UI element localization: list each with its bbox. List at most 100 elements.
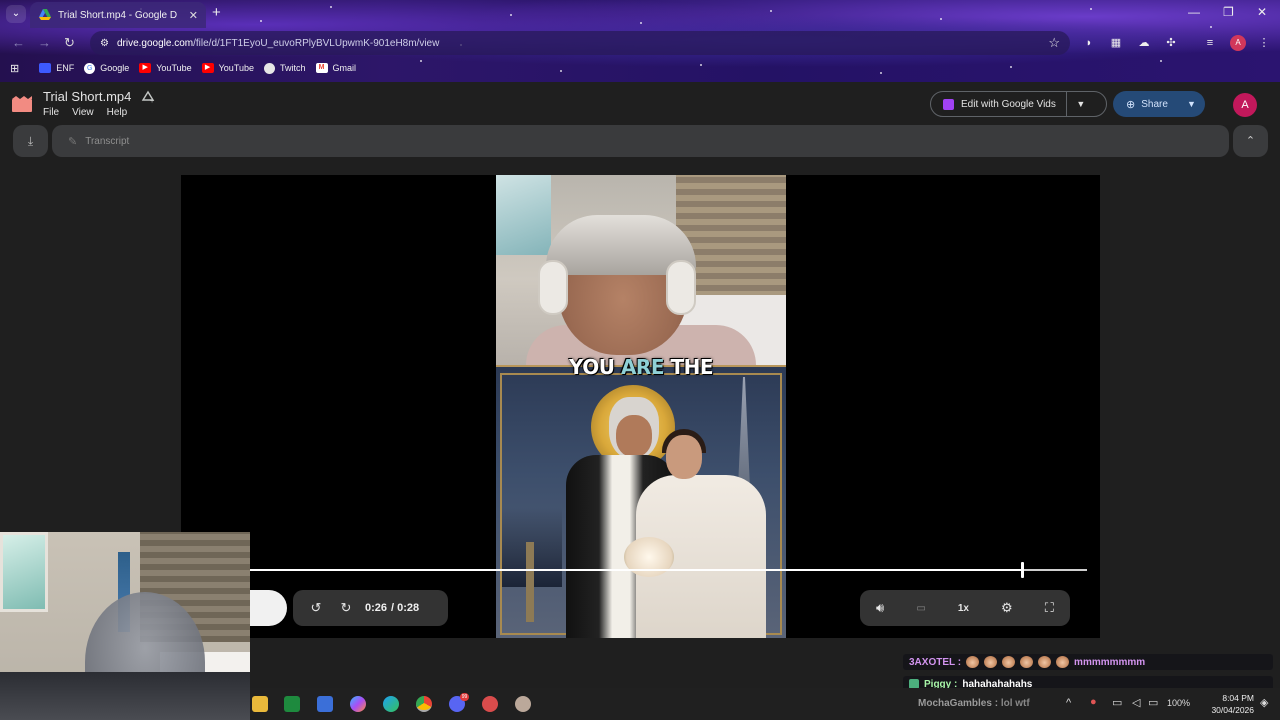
- battery-percent: 100%: [1167, 698, 1191, 708]
- app-red-icon[interactable]: [482, 696, 498, 712]
- notification-bell-icon[interactable]: ◈: [1260, 696, 1268, 709]
- download-icon[interactable]: ⤓: [13, 125, 48, 157]
- youtube-icon: ▶: [201, 63, 214, 73]
- battery-icon[interactable]: ▭: [1148, 696, 1158, 709]
- chat-username: 3AXOTEL :: [909, 656, 962, 668]
- share-button[interactable]: ⊕ Share ▼: [1113, 91, 1205, 117]
- transcript-edit-icon: ✎: [68, 135, 78, 148]
- tab-title: Trial Short.mp4 - Google D: [58, 9, 178, 21]
- transcript-label: Transcript: [85, 135, 130, 147]
- bookmark-twitch[interactable]: Twitch: [264, 62, 306, 74]
- app-avatar-icon[interactable]: [515, 696, 531, 712]
- duration: / 0:28: [391, 602, 420, 614]
- captions-icon[interactable]: ▭: [916, 603, 925, 614]
- menu-view[interactable]: View: [72, 107, 94, 118]
- bookmark-enf[interactable]: ENF: [39, 63, 74, 73]
- app-icon[interactable]: [317, 696, 333, 712]
- bookmark-star-icon[interactable]: ☆: [1048, 35, 1060, 51]
- menu-file[interactable]: File: [43, 107, 59, 118]
- tab-active[interactable]: Trial Short.mp4 - Google D ✕: [30, 2, 206, 28]
- reload-icon[interactable]: ↻: [64, 35, 75, 51]
- transcript-bar[interactable]: ✎ Transcript: [52, 125, 1229, 157]
- video-file-icon: [12, 96, 32, 112]
- maximize-icon[interactable]: ❐: [1223, 5, 1234, 19]
- vids-dropdown-icon[interactable]: ▼: [1067, 99, 1095, 109]
- bear-emote-icon: [1056, 656, 1070, 668]
- chrome-profile-avatar[interactable]: A: [1230, 35, 1246, 51]
- volume-icon[interactable]: 🔊︎: [876, 600, 884, 616]
- video-caption: YOU ARE THE: [568, 355, 714, 379]
- youtube-icon: ▶: [139, 63, 152, 73]
- add-shortcut-to-drive-icon[interactable]: +: [141, 90, 155, 105]
- bookmark-google[interactable]: G Google: [84, 62, 129, 74]
- chrome-menu-icon[interactable]: ⋮: [1257, 36, 1271, 50]
- back-icon[interactable]: ←: [12, 35, 25, 50]
- chrome-icon[interactable]: [416, 696, 432, 712]
- xbox-icon[interactable]: [284, 696, 300, 712]
- windows-taskbar: 99 MochaGambles : lol wtf ^ ● ▭ ◁ ▭ 100%…: [250, 688, 1280, 720]
- bear-emote-icon: [1002, 656, 1016, 668]
- bookmark-youtube-2[interactable]: ▶ YouTube: [201, 63, 254, 73]
- bear-emote-icon: [1038, 656, 1052, 668]
- bookmark-youtube-1[interactable]: ▶ YouTube: [139, 63, 192, 73]
- playback-speed[interactable]: 1x: [958, 603, 969, 614]
- vids-icon: [943, 98, 954, 110]
- speaker-icon[interactable]: ◁: [1132, 696, 1140, 709]
- bear-emote-icon: [984, 656, 998, 668]
- tab-close-icon[interactable]: ✕: [189, 9, 198, 22]
- settings-gear-icon[interactable]: ⚙: [1001, 600, 1013, 616]
- stream-notification: MochaGambles : lol wtf: [918, 698, 1030, 709]
- seek-bar-played: [181, 569, 1023, 571]
- playback-controls: ↺ ↻ 0:26 / 0:28: [293, 590, 448, 626]
- twitch-icon: [264, 62, 275, 74]
- discord-icon[interactable]: 99: [449, 693, 469, 712]
- menu-bar: File View Help: [43, 107, 127, 118]
- video-frame-bottom-scene: [496, 365, 786, 638]
- tab-strip: ⌄ Trial Short.mp4 - Google D ✕ + — ❐ ✕: [0, 0, 1280, 28]
- extension-icon-1[interactable]: ◗: [1082, 36, 1096, 50]
- extensions-puzzle-icon[interactable]: ✣: [1164, 36, 1178, 50]
- fullscreen-icon[interactable]: ⛶: [1045, 600, 1054, 616]
- browser-toolbar: ← → ↻ ⚙ drive.google.com/file/d/1FT1EyoU…: [0, 30, 1280, 56]
- google-icon: G: [84, 62, 96, 74]
- seek-bar-handle[interactable]: [1021, 562, 1025, 578]
- address-bar[interactable]: ⚙ drive.google.com/file/d/1FT1EyoU_euvoR…: [90, 31, 1070, 55]
- tab-search-button[interactable]: ⌄: [6, 5, 26, 23]
- close-window-icon[interactable]: ✕: [1257, 5, 1267, 19]
- video-player[interactable]: YOU ARE THE ↺ ↻ 0:26 / 0:28 🔊︎ ▭ 1x ⚙ ⛶: [181, 175, 1100, 638]
- rewind-10-icon[interactable]: ↺: [299, 600, 333, 616]
- collapse-chevron-up-icon[interactable]: ⌃: [1233, 125, 1268, 157]
- site-info-icon[interactable]: ⚙: [100, 38, 109, 49]
- network-icon[interactable]: ▭: [1112, 696, 1122, 709]
- forward-icon[interactable]: →: [38, 35, 51, 50]
- show-hidden-icons-chevron-icon[interactable]: ^: [1066, 697, 1071, 709]
- bear-emote-icon: [966, 656, 980, 668]
- share-dropdown-icon[interactable]: ▼: [1179, 99, 1196, 109]
- file-explorer-icon[interactable]: [252, 696, 268, 712]
- bookmark-gmail[interactable]: M Gmail: [315, 63, 356, 73]
- edit-with-vids-button[interactable]: Edit with Google Vids ▼: [930, 91, 1107, 117]
- clock-date: 30/04/2026: [1211, 705, 1254, 715]
- extension-icon-3[interactable]: ☁: [1137, 36, 1151, 50]
- google-drive-icon: [38, 8, 52, 22]
- bear-emote-icon: [1020, 656, 1034, 668]
- seek-bar[interactable]: [181, 562, 1087, 578]
- forward-10-icon[interactable]: ↻: [333, 600, 359, 616]
- chat-message-text: mmmmmmmm: [1074, 656, 1146, 668]
- file-title[interactable]: Trial Short.mp4: [43, 89, 131, 104]
- address-url: drive.google.com/file/d/1FT1EyoU_euvoRPl…: [116, 37, 440, 49]
- microphone-icon[interactable]: ●: [1090, 696, 1097, 708]
- system-clock[interactable]: 8:04 PM 30/04/2026: [1198, 692, 1254, 716]
- apps-grid-icon[interactable]: ⊞: [10, 62, 19, 75]
- player-settings-controls: 🔊︎ ▭ 1x ⚙ ⛶: [860, 590, 1070, 626]
- media-control-icon[interactable]: ≡: [1203, 36, 1217, 50]
- menu-help[interactable]: Help: [107, 107, 128, 118]
- extension-icon-2[interactable]: ▦: [1109, 36, 1123, 50]
- new-tab-button[interactable]: +: [212, 5, 221, 21]
- edge-icon[interactable]: [383, 696, 399, 712]
- account-avatar[interactable]: A: [1233, 93, 1257, 117]
- enf-icon: [39, 63, 52, 73]
- minimize-icon[interactable]: —: [1188, 5, 1200, 19]
- notification-message: lol wtf: [1000, 698, 1030, 709]
- copilot-icon[interactable]: [350, 696, 366, 712]
